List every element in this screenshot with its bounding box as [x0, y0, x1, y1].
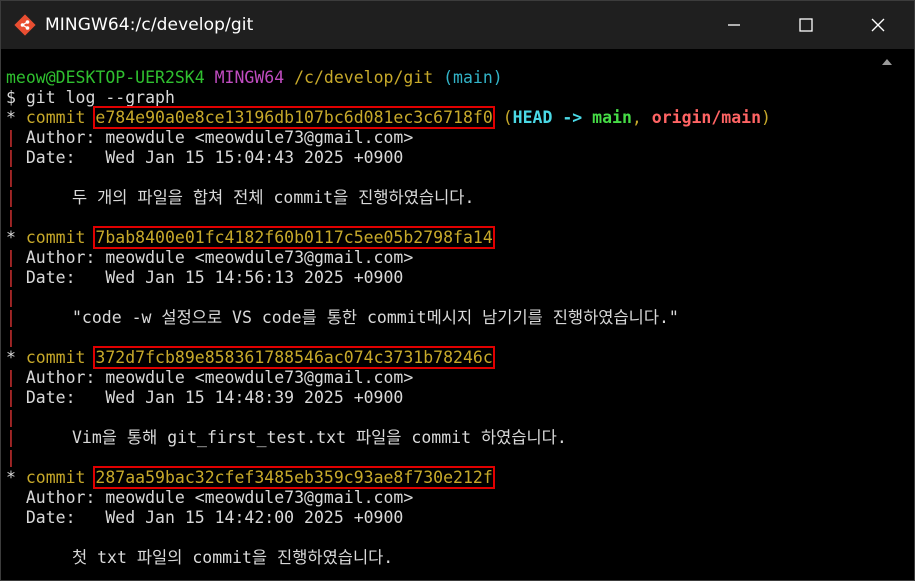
- commit-author: Author: meowdule <meowdule73@gmail.com>: [25, 488, 414, 507]
- prompt-branch: (main): [443, 68, 503, 87]
- window-controls: [698, 1, 914, 49]
- graph-gutter: |: [6, 328, 16, 347]
- refs-close: ): [761, 108, 771, 127]
- refs-open: (: [502, 108, 513, 127]
- scroll-up-arrow-icon[interactable]: [882, 59, 892, 65]
- graph-gutter: |: [6, 408, 16, 427]
- prompt-user-host: meow@DESKTOP-UER2SK4: [6, 68, 205, 87]
- commit-keyword: commit: [25, 228, 96, 247]
- prompt-env: MINGW64: [214, 68, 285, 87]
- commit-keyword: commit: [25, 108, 96, 127]
- close-icon: [871, 18, 885, 32]
- commit-header: * commit 287aa59bac32cfef3485eb359c93ae8…: [6, 466, 495, 489]
- commit-keyword: commit: [25, 348, 96, 367]
- commit-hash: 372d7fcb89e858361788546ac074c3731b78246c: [93, 346, 495, 369]
- commit-date: Date: Wed Jan 15 14:42:00 2025 +0900: [25, 508, 404, 527]
- refs-separator: ,: [631, 108, 652, 127]
- commit-message: 첫 txt 파일의 commit을 진행하였습니다.: [72, 548, 394, 567]
- title-bar[interactable]: MINGW64:/c/develop/git: [1, 1, 914, 49]
- command-line: $ git log --graph: [6, 88, 175, 107]
- window-title: MINGW64:/c/develop/git: [45, 15, 254, 35]
- commit-keyword: commit: [25, 468, 96, 487]
- commit-message: 두 개의 파일을 합쳐 전체 commit을 진행하였습니다.: [72, 188, 475, 207]
- terminal-window: MINGW64:/c/develop/git meow@DESKTOP-UER2…: [0, 0, 915, 581]
- terminal-output[interactable]: meow@DESKTOP-UER2SK4 MINGW64 /c/develop/…: [1, 49, 863, 580]
- graph-gutter: |: [6, 308, 16, 327]
- maximize-button[interactable]: [770, 1, 842, 49]
- graph-gutter: |: [6, 208, 16, 227]
- commit-author: | Author: meowdule <meowdule73@gmail.com…: [6, 248, 414, 267]
- prompt-line: meow@DESKTOP-UER2SK4 MINGW64 /c/develop/…: [6, 68, 503, 88]
- commit-header: * commit 372d7fcb89e858361788546ac074c37…: [6, 346, 495, 369]
- scrollbar[interactable]: [863, 49, 914, 580]
- graph-gutter: |: [6, 288, 16, 307]
- commit-author: | Author: meowdule <meowdule73@gmail.com…: [6, 128, 414, 147]
- graph-gutter: |: [6, 448, 16, 467]
- commit-hash: e784e90a0e8ce13196db107bc6d081ec3c6718f0: [93, 106, 495, 129]
- refs-remote-branch: origin/main: [651, 108, 762, 127]
- refs-local-branch: main: [592, 108, 632, 127]
- commit-hash: 7bab8400e01fc4182f60b0117c5ee05b2798fa14: [93, 226, 495, 249]
- git-diamond-icon: [14, 14, 36, 36]
- refs-head: HEAD ->: [512, 108, 593, 127]
- graph-gutter: |: [6, 168, 16, 187]
- commit-header: * commit e784e90a0e8ce13196db107bc6d081e…: [6, 106, 771, 129]
- minimize-button[interactable]: [698, 1, 770, 49]
- prompt-path: /c/develop/git: [294, 68, 434, 87]
- graph-gutter: |: [6, 188, 16, 207]
- commit-date: | Date: Wed Jan 15 15:04:43 2025 +0900: [6, 148, 404, 167]
- commit-hash: 287aa59bac32cfef3485eb359c93ae8f730e212f: [93, 466, 495, 489]
- close-button[interactable]: [842, 1, 914, 49]
- commit-header: * commit 7bab8400e01fc4182f60b0117c5ee05…: [6, 226, 495, 249]
- commit-date: | Date: Wed Jan 15 14:56:13 2025 +0900: [6, 268, 404, 287]
- commit-author: | Author: meowdule <meowdule73@gmail.com…: [6, 368, 414, 387]
- commit-message: "code -w 설정으로 VS code를 통한 commit메시지 남기기를…: [72, 308, 679, 327]
- graph-gutter: |: [6, 428, 16, 447]
- commit-message: Vim을 통해 git_first_test.txt 파일을 commit 하였…: [72, 428, 567, 447]
- commit-date: | Date: Wed Jan 15 14:48:39 2025 +0900: [6, 388, 404, 407]
- minimize-icon: [728, 24, 740, 26]
- maximize-icon: [799, 18, 813, 32]
